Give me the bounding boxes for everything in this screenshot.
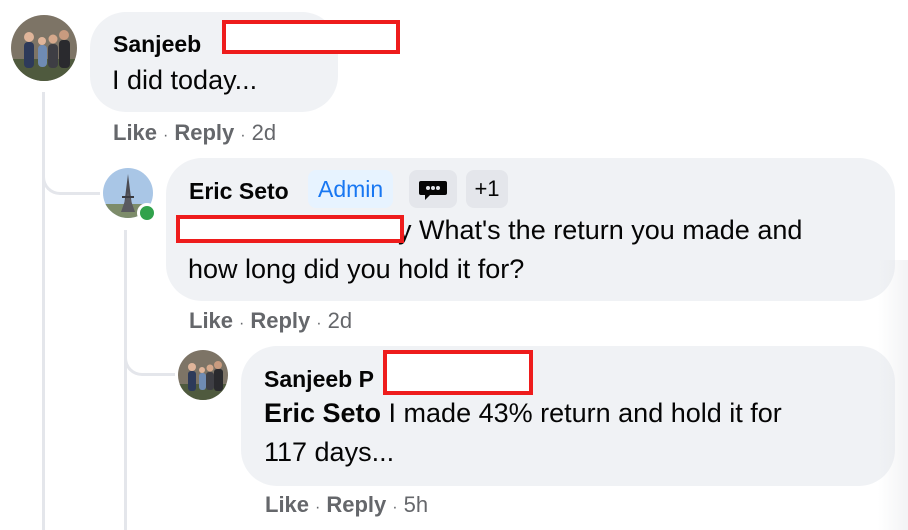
- redaction-box: [383, 350, 533, 395]
- family-photo-icon: [11, 15, 77, 81]
- timestamp[interactable]: 5h: [404, 492, 428, 517]
- like-button[interactable]: Like: [265, 492, 309, 517]
- separator: ·: [239, 315, 245, 332]
- more-badges-count[interactable]: +1: [466, 170, 508, 208]
- comment-text-line-2: how long did you hold it for?: [188, 254, 525, 284]
- reply-button[interactable]: Reply: [326, 492, 386, 517]
- separator: ·: [392, 499, 398, 516]
- timestamp[interactable]: 2d: [252, 120, 276, 145]
- thread-line: [124, 230, 127, 530]
- comment-author[interactable]: Sanjeeb: [113, 31, 201, 58]
- thread-branch: [42, 170, 100, 195]
- comment-actions: Like · Reply · 2d: [113, 120, 276, 146]
- mention-link[interactable]: Eric Seto: [264, 398, 381, 428]
- comment-text-line-1: y What's the return you made and: [398, 215, 803, 245]
- comment-bubble: Sanjeeb P Eric Seto I made 43% return an…: [241, 346, 895, 486]
- separator: ·: [163, 127, 169, 144]
- redaction-box: [176, 215, 404, 243]
- avatar[interactable]: [178, 350, 228, 400]
- reply-button[interactable]: Reply: [174, 120, 234, 145]
- reply-button[interactable]: Reply: [250, 308, 310, 333]
- timestamp[interactable]: 2d: [328, 308, 352, 333]
- thread-line: [42, 92, 45, 530]
- comment-text: I did today...: [112, 65, 258, 95]
- comment-actions: Like · Reply · 2d: [189, 308, 352, 334]
- comment-actions: Like · Reply · 5h: [265, 492, 428, 518]
- comment-author[interactable]: Eric Seto: [189, 178, 289, 205]
- comment-text: I made 43% return and hold it for: [381, 398, 782, 428]
- comment-text-line-1: Eric Seto I made 43% return and hold it …: [264, 394, 782, 433]
- conversation-starter-icon: [419, 181, 447, 201]
- avatar[interactable]: [11, 15, 77, 81]
- comment-author[interactable]: Sanjeeb P: [264, 366, 374, 393]
- badge-icon-chip[interactable]: [409, 170, 457, 208]
- like-button[interactable]: Like: [189, 308, 233, 333]
- separator: ·: [316, 315, 322, 332]
- family-photo-icon: [178, 350, 228, 400]
- like-button[interactable]: Like: [113, 120, 157, 145]
- redaction-box: [222, 20, 400, 54]
- separator: ·: [315, 499, 321, 516]
- comment-text-line-2: 117 days...: [264, 437, 395, 467]
- thread-branch: [124, 348, 175, 376]
- edge-shadow: [878, 260, 908, 530]
- admin-badge[interactable]: Admin: [308, 170, 394, 208]
- separator: ·: [240, 127, 246, 144]
- online-status-icon: [137, 203, 157, 223]
